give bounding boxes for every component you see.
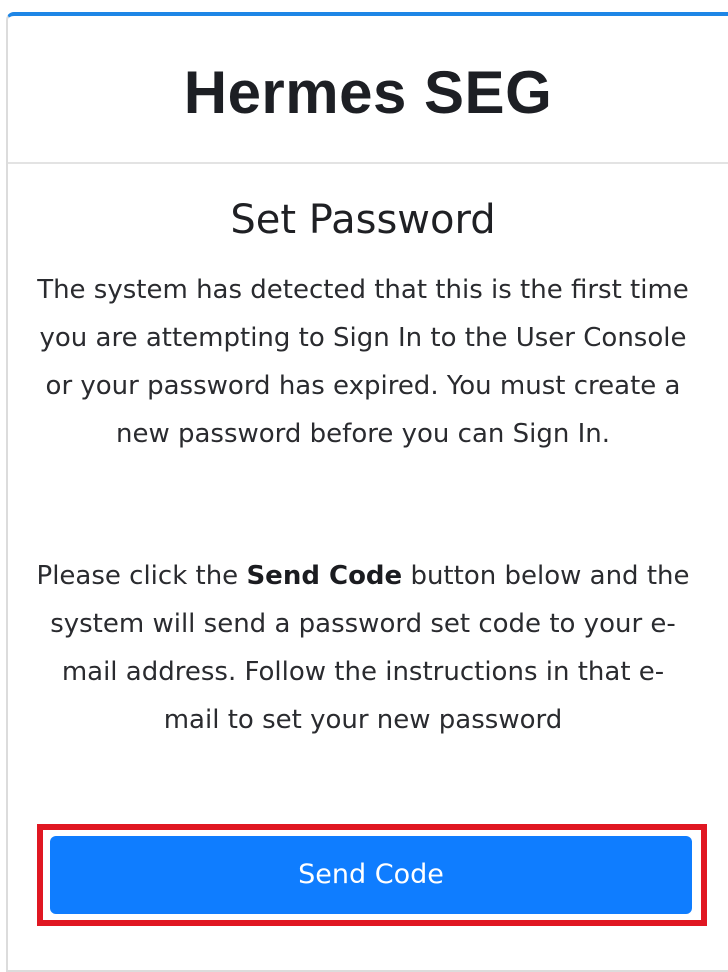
card-header: Hermes SEG [8,16,728,164]
intro-text: The system has detected that this is the… [37,275,689,449]
page-title: Set Password [230,197,496,243]
instructions-bold-send-code: Send Code [246,561,403,591]
send-code-button[interactable]: Send Code [50,836,692,914]
instructions-text: Please click the Send Code button below … [36,552,690,744]
brand-title: Hermes SEG [183,59,553,126]
instructions-text-start: Please click the [36,561,247,591]
